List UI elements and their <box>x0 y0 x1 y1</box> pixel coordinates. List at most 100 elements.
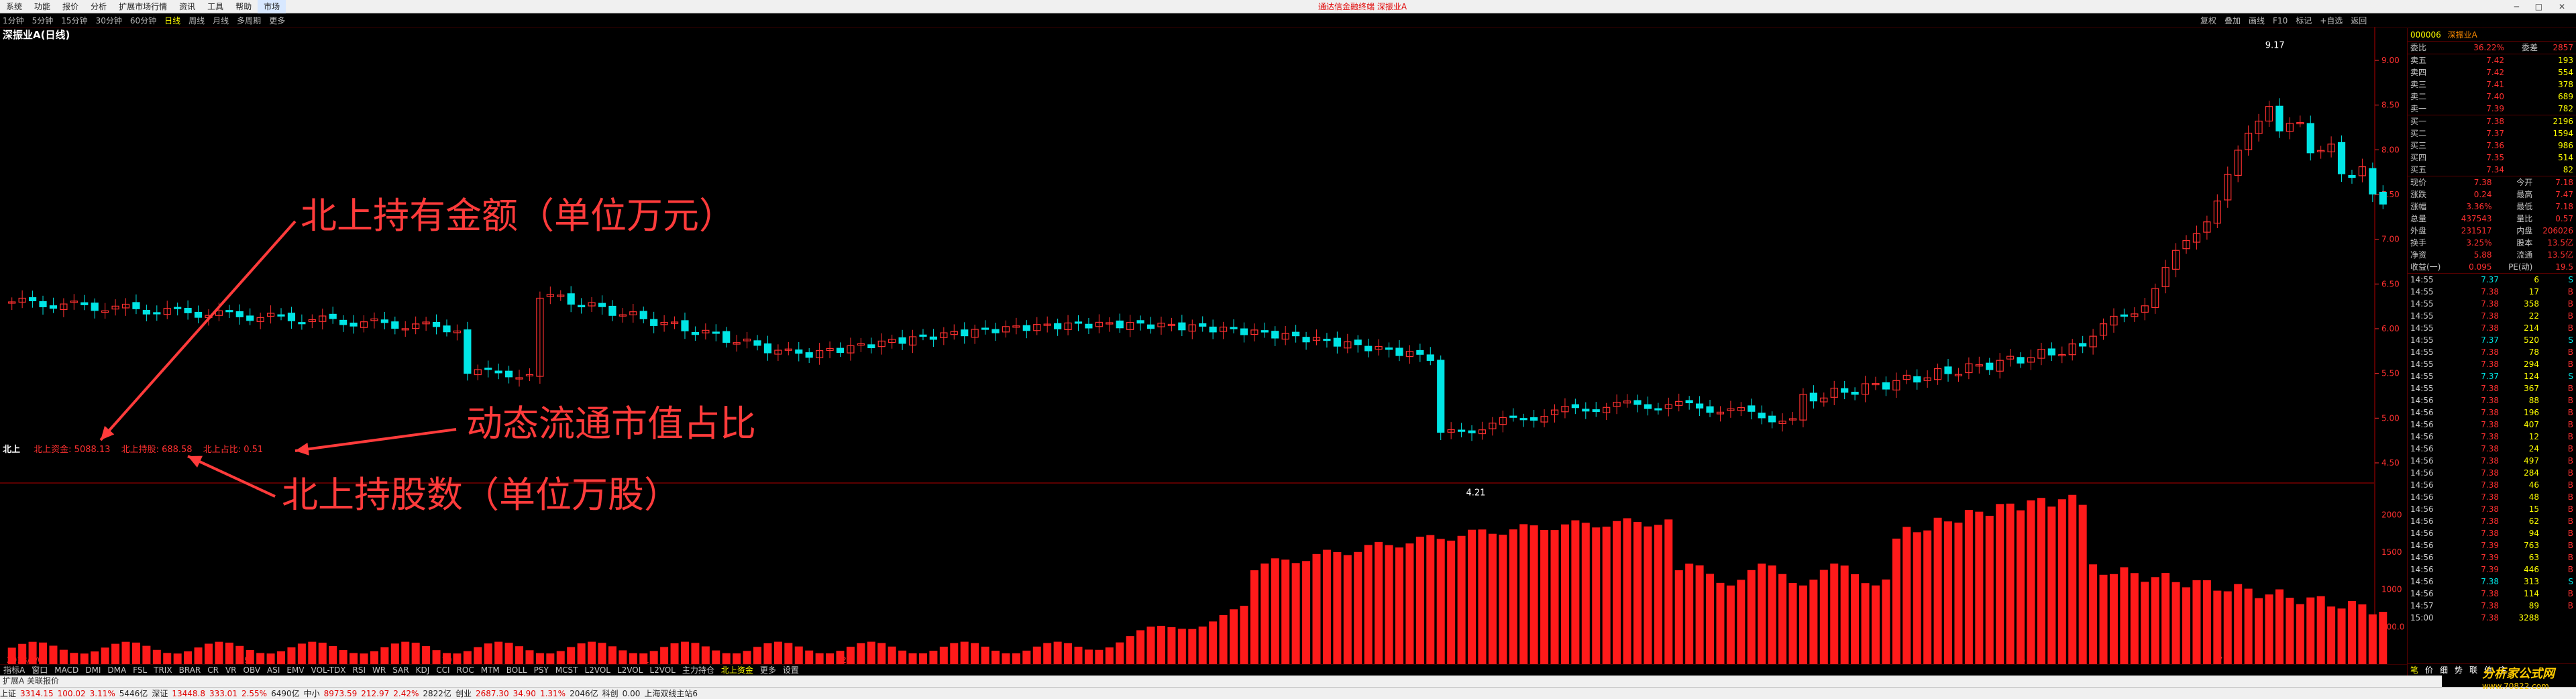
period-tab[interactable]: 1分钟 <box>3 13 24 28</box>
indicator-name[interactable]: 北上 <box>3 445 20 455</box>
indicator-tab[interactable]: EMV <box>283 665 307 676</box>
indicator-tab[interactable]: MACD <box>51 665 82 676</box>
bid-label: 买二 <box>2410 129 2427 138</box>
volume-bar <box>1996 504 2004 664</box>
indicator-tab[interactable]: L2VOL <box>582 665 614 676</box>
menu-item[interactable]: 扩展市场行情 <box>113 0 173 13</box>
indicator-tab[interactable]: MCST <box>552 665 582 676</box>
candle-body <box>795 349 803 354</box>
window-controls[interactable]: ─ □ ✕ <box>2514 0 2572 13</box>
volume-bar <box>2265 594 2273 664</box>
indicator-tab[interactable]: CR <box>204 665 222 676</box>
status-item: 1.31% <box>539 689 566 698</box>
indicator-tab[interactable]: L2VOL <box>614 665 646 676</box>
tick-time: 14:56 <box>2410 396 2434 405</box>
indicator-tab[interactable]: MTM <box>478 665 503 676</box>
period-tab[interactable]: 多周期 <box>237 13 261 28</box>
status-item: 上证 <box>0 689 17 698</box>
period-tab[interactable]: 更多 <box>269 13 285 28</box>
menu-item[interactable]: 报价 <box>56 0 85 13</box>
indicator-tab[interactable]: BOLL <box>503 665 531 676</box>
chart-tool-button[interactable]: F10 <box>2273 13 2288 28</box>
indicator-tab[interactable]: TRIX <box>150 665 175 676</box>
indicator-tab[interactable]: ASI <box>264 665 283 676</box>
volume-bar <box>350 653 358 664</box>
volume-bar <box>2347 600 2356 664</box>
kline-chart[interactable]: 9.008.508.007.507.006.506.005.505.004.50… <box>0 27 2407 664</box>
chart-tool-button[interactable]: 标记 <box>2296 13 2312 28</box>
volume-bar <box>215 641 223 664</box>
period-tab[interactable]: 日线 <box>164 13 180 28</box>
indicator-tab[interactable]: CCI <box>433 665 453 676</box>
panel-footer-tab[interactable]: 价 <box>2425 665 2433 675</box>
menu-item[interactable]: 系统 <box>0 0 28 13</box>
tick-time: 14:56 <box>2410 456 2434 466</box>
indicator-tab[interactable]: VOL-TDX <box>308 665 350 676</box>
menu-item[interactable]: 分析 <box>85 0 113 13</box>
menu-item[interactable]: 市场 <box>258 0 286 13</box>
panel-footer-tab[interactable]: 联 <box>2469 665 2477 675</box>
indicator-tab[interactable]: PSY <box>531 665 552 676</box>
tick-row: 14:56 7.38 12 B <box>2408 431 2576 443</box>
chart-tool-button[interactable]: +自选 <box>2320 13 2343 28</box>
indicator-tab[interactable]: 窗口 <box>28 665 51 676</box>
period-tab[interactable]: 30分钟 <box>96 13 122 28</box>
indicator-tab[interactable]: KDJ <box>413 665 433 676</box>
period-tab[interactable]: 15分钟 <box>61 13 87 28</box>
indicator-tab[interactable]: DMI <box>82 665 104 676</box>
indicator-tab[interactable]: 指标A <box>0 665 28 676</box>
float-ratio-value: 北上占比: 0.51 <box>203 445 264 455</box>
menu-item[interactable]: 工具 <box>201 0 229 13</box>
indicator-tab[interactable]: ROC <box>453 665 478 676</box>
tick-direction: B <box>2567 323 2573 333</box>
indicator-tab[interactable]: BRAR <box>176 665 205 676</box>
status-item: 212.97 <box>361 689 390 698</box>
indicator-tab[interactable]: DMA <box>104 665 129 676</box>
indicator-tab[interactable]: VR <box>222 665 240 676</box>
chart-tool-button[interactable]: 叠加 <box>2224 13 2241 28</box>
period-tab[interactable]: 60分钟 <box>130 13 156 28</box>
indicator-tab[interactable]: 更多 <box>757 665 780 676</box>
panel-footer-tab[interactable]: 势 <box>2455 665 2463 675</box>
ask-volume: 689 <box>2558 92 2573 101</box>
period-tab[interactable]: 月线 <box>213 13 229 28</box>
quote-row: 外盘 231517 内盘 206026 <box>2408 225 2576 237</box>
indicator-tab[interactable]: L2VOL <box>646 665 678 676</box>
menu-item[interactable]: 资讯 <box>173 0 201 13</box>
tick-direction: B <box>2567 504 2573 514</box>
volume-bar <box>1861 583 1870 664</box>
menu-item[interactable]: 帮助 <box>229 0 258 13</box>
indicator-tab[interactable]: OBV <box>240 665 264 676</box>
ask-book: 卖五 7.42 193 卖四 7.42 554 卖三 7.41 378 卖二 7.40 689 卖一 7.… <box>2408 54 2576 115</box>
quote-label: PE(动) <box>2508 262 2533 272</box>
volume-bar <box>2223 591 2232 664</box>
volume-bar <box>2057 499 2066 664</box>
volume-bar <box>1488 533 1497 664</box>
quote-value: 7.38 <box>2473 178 2492 187</box>
chart-tool-button[interactable]: 画线 <box>2249 13 2265 28</box>
period-tab[interactable]: 5分钟 <box>32 13 54 28</box>
volume-bar <box>846 647 855 664</box>
volume-bar <box>794 646 803 664</box>
panel-footer-tab[interactable]: 笔 <box>2410 665 2418 675</box>
ask-label: 卖三 <box>2410 80 2427 89</box>
volume-bar <box>733 653 741 664</box>
candle-body <box>1209 326 1217 333</box>
indicator-tab[interactable]: RSI <box>350 665 370 676</box>
menu-item[interactable]: 功能 <box>28 0 56 13</box>
candle-body <box>329 313 337 319</box>
chart-tool-button[interactable]: 返回 <box>2351 13 2367 28</box>
indicator-tab[interactable]: WR <box>369 665 389 676</box>
indicator-tab[interactable]: 主力持仓 <box>679 665 718 676</box>
indicator-tab[interactable]: 设置 <box>780 665 802 676</box>
tick-time: 14:55 <box>2410 275 2434 284</box>
indicator-tab[interactable]: 北上资金 <box>718 665 757 676</box>
chart-tool-button[interactable]: 复权 <box>2200 13 2216 28</box>
period-tab[interactable]: 周线 <box>189 13 205 28</box>
indicator-tab[interactable]: FSL <box>129 665 150 676</box>
indicator-tab[interactable]: SAR <box>389 665 412 676</box>
tick-list[interactable]: 14:55 7.37 6 S 14:55 7.38 17 B 14:55 7.38 358 B 14:5… <box>2408 274 2576 624</box>
tick-direction <box>2539 612 2573 624</box>
volume-bar <box>277 651 286 664</box>
panel-footer-tab[interactable]: 细 <box>2440 665 2448 675</box>
